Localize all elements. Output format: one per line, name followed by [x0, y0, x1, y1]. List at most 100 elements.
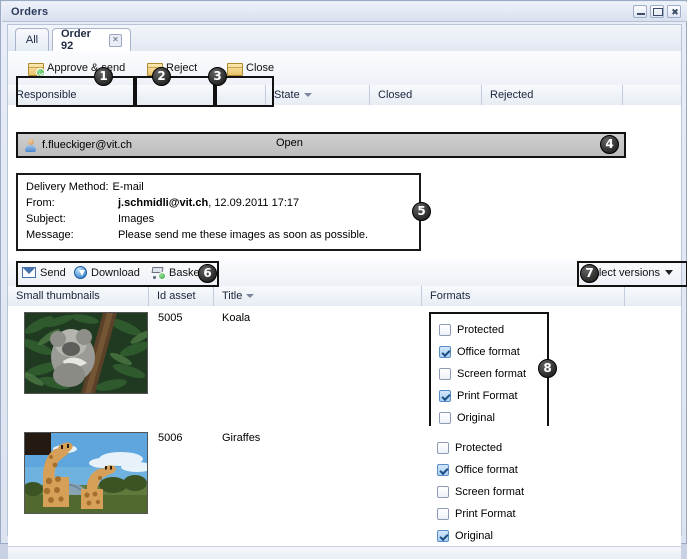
column-header-formats-label: Formats	[430, 289, 471, 302]
reject-button[interactable]: Reject	[141, 56, 203, 79]
asset-grid-footer	[8, 546, 681, 559]
callout-badge-7: 7	[580, 264, 599, 283]
sort-desc-icon	[246, 294, 255, 298]
message-row: Message: Please send me these images as …	[18, 227, 419, 243]
checkbox-original[interactable]	[437, 530, 449, 542]
column-header-state-label: State	[274, 88, 300, 101]
download-button[interactable]: Download	[74, 263, 140, 282]
formats-panel: Protected Office format Screen format Pr…	[429, 432, 545, 552]
reject-label: Reject	[166, 61, 198, 74]
message-value: Please send me these images as soon as p…	[118, 229, 369, 241]
approve-and-send-button[interactable]: Approve & send	[22, 56, 131, 79]
column-header-small-thumbnails[interactable]: Small thumbnails	[8, 286, 149, 306]
mail-icon	[22, 267, 36, 278]
format-label-original: Original	[457, 412, 495, 424]
close-order-button[interactable]: Close	[221, 56, 280, 79]
approve-and-send-label: Approve & send	[47, 61, 126, 74]
column-header-closed[interactable]: Closed	[370, 85, 482, 105]
format-row-protected[interactable]: Protected	[431, 319, 547, 341]
format-row-print-format[interactable]: Print Format	[429, 503, 545, 525]
table-row[interactable]: 5006 Giraffes Protected Office format Sc…	[8, 426, 681, 547]
table-row[interactable]: 5005 Koala Protected Office format Scree…	[8, 306, 681, 436]
callout-badge-2: 2	[152, 67, 171, 86]
format-label-protected: Protected	[457, 324, 505, 336]
checkbox-screen-format[interactable]	[439, 368, 451, 380]
format-label-original: Original	[455, 530, 493, 542]
basket-button[interactable]: Basket	[150, 263, 203, 282]
box-icon	[227, 61, 243, 76]
send-label: Send	[40, 266, 66, 279]
column-header-formats[interactable]: Formats	[422, 286, 625, 306]
checkbox-protected[interactable]	[439, 324, 451, 336]
main-panel: All Order 92 ✕ Approve & send Reject Clo…	[7, 24, 687, 559]
orders-window: Orders All Order 92 ✕ Approve & send	[0, 0, 687, 559]
checkbox-screen-format[interactable]	[437, 486, 449, 498]
format-row-office-format[interactable]: Office format	[429, 459, 545, 481]
close-button[interactable]	[667, 5, 681, 18]
minimize-button[interactable]	[633, 5, 647, 18]
column-header-rejected[interactable]: Rejected	[482, 85, 623, 105]
format-label-protected: Protected	[455, 442, 503, 454]
from-label: From:	[26, 197, 55, 209]
callout-badge-6: 6	[198, 264, 217, 283]
format-label-screen-format: Screen format	[455, 486, 525, 498]
column-header-state[interactable]: State	[266, 85, 370, 105]
tab-order-92[interactable]: Order 92 ✕	[52, 28, 131, 52]
user-icon	[24, 138, 37, 152]
callout-badge-4: 4	[600, 135, 619, 154]
sort-desc-icon	[303, 93, 312, 97]
cart-add-icon	[150, 266, 166, 280]
asset-grid-header: Small thumbnails Id asset Title Formats	[8, 286, 681, 307]
tab-close-icon[interactable]: ✕	[109, 33, 122, 47]
title-value: Giraffes	[222, 432, 261, 444]
tab-order-92-label: Order 92	[61, 28, 91, 52]
formats-panel: Protected Office format Screen format Pr…	[429, 312, 549, 436]
format-label-office-format: Office format	[455, 464, 518, 476]
format-label-print-format: Print Format	[455, 508, 516, 520]
send-button[interactable]: Send	[22, 263, 66, 282]
id-asset-value: 5006	[158, 432, 183, 444]
window-controls	[633, 5, 681, 18]
checkbox-print-format[interactable]	[439, 390, 451, 402]
column-header-title-label: Title	[222, 289, 243, 302]
format-row-screen-format[interactable]: Screen format	[429, 481, 545, 503]
checkbox-office-format[interactable]	[437, 464, 449, 476]
format-label-office-format: Office format	[457, 346, 520, 358]
state-value: Open	[276, 137, 303, 149]
subject-row: Subject: Images	[18, 211, 419, 227]
from-date: , 12.09.2011 17:17	[208, 197, 300, 209]
table-row[interactable]: f.flueckiger@vit.ch	[24, 137, 132, 153]
checkbox-print-format[interactable]	[437, 508, 449, 520]
id-asset-value: 5005	[158, 312, 183, 324]
column-header-id-asset-label: Id asset	[157, 289, 196, 302]
format-label-screen-format: Screen format	[457, 368, 527, 380]
window-title: Orders	[11, 6, 49, 18]
format-row-protected[interactable]: Protected	[429, 437, 545, 459]
column-header-responsible[interactable]: Responsible	[8, 85, 266, 105]
checkbox-original[interactable]	[439, 412, 451, 424]
column-header-title[interactable]: Title	[214, 286, 422, 306]
format-row-screen-format[interactable]: Screen format	[431, 363, 547, 385]
maximize-button[interactable]	[650, 5, 664, 18]
maximize-icon	[653, 8, 663, 16]
callout-badge-3: 3	[208, 67, 227, 86]
responsible-value: f.flueckiger@vit.ch	[42, 139, 133, 151]
tab-strip: All Order 92 ✕	[8, 25, 681, 52]
callout-badge-5: 5	[412, 202, 431, 221]
giraffes-thumbnail[interactable]	[24, 432, 148, 514]
column-header-closed-label: Closed	[378, 88, 413, 101]
column-header-id-asset[interactable]: Id asset	[149, 286, 214, 306]
checkbox-protected[interactable]	[437, 442, 449, 454]
title-value: Koala	[222, 312, 251, 324]
title-bar: Orders	[2, 2, 687, 22]
tab-all[interactable]: All	[15, 28, 49, 51]
koala-thumbnail[interactable]	[24, 312, 148, 394]
order-grid-header: Responsible State Closed Rejected	[8, 85, 681, 106]
subject-value: Images	[118, 213, 155, 225]
from-row: From: j.schmidli@vit.ch, 12.09.2011 17:1…	[18, 195, 419, 211]
format-row-office-format[interactable]: Office format	[431, 341, 547, 363]
checkbox-office-format[interactable]	[439, 346, 451, 358]
format-row-print-format[interactable]: Print Format	[431, 385, 547, 407]
format-label-print-format: Print Format	[457, 390, 518, 402]
delivery-method-value: E-mail	[112, 181, 144, 193]
